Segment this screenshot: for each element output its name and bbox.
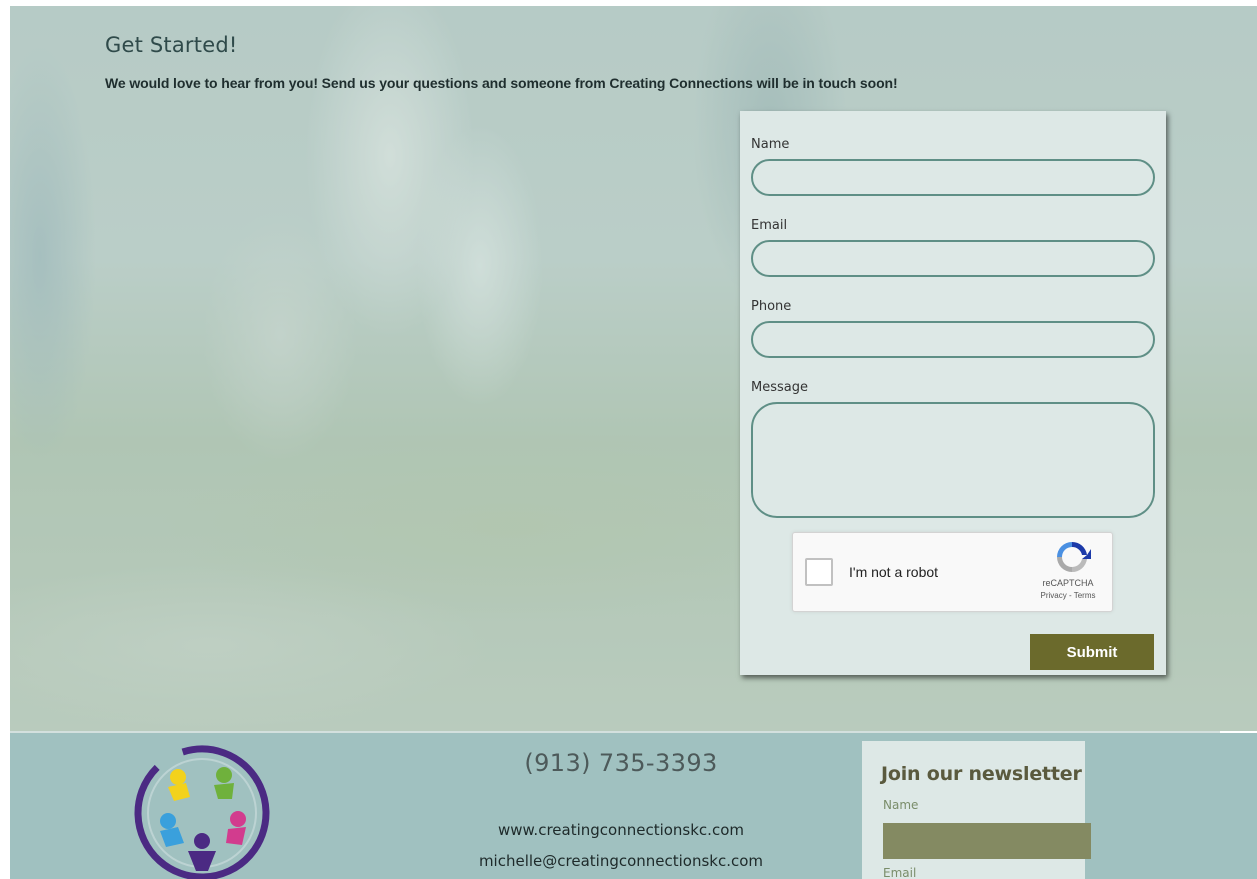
newsletter-title: Join our newsletter [881,763,1082,785]
message-textarea[interactable] [751,402,1155,518]
recaptcha-checkbox[interactable] [805,558,833,586]
newsletter-email-label: Email [883,866,917,879]
email-input[interactable] [751,240,1155,277]
page-title: Get Started! [105,33,238,57]
recaptcha-brand: reCAPTCHA [1042,578,1094,588]
phone-label: Phone [751,299,792,314]
submit-button[interactable]: Submit [1030,634,1154,670]
name-label: Name [751,137,790,152]
newsletter-name-label: Name [883,798,919,812]
recaptcha-privacy-terms-link[interactable]: Privacy - Terms [1023,591,1113,600]
email-label: Email [751,218,788,233]
name-input[interactable] [751,159,1155,196]
phone-input[interactable] [751,321,1155,358]
recaptcha-widget: I'm not a robot reCAPTCHA Privacy - Term… [792,532,1113,612]
message-label: Message [751,380,808,395]
recaptcha-icon [1057,541,1091,573]
contact-form: Name Email Phone Message I'm not a robot… [740,111,1166,675]
footer: (913) 735-3393 www.creatingconnectionskc… [10,733,1257,879]
page: Get Started! We would love to hear from … [10,6,1257,879]
recaptcha-label: I'm not a robot [849,564,939,580]
newsletter-signup: Join our newsletter Name Email [862,741,1091,879]
newsletter-name-input[interactable] [883,823,1091,859]
intro-text: We would love to hear from you! Send us … [105,75,898,91]
